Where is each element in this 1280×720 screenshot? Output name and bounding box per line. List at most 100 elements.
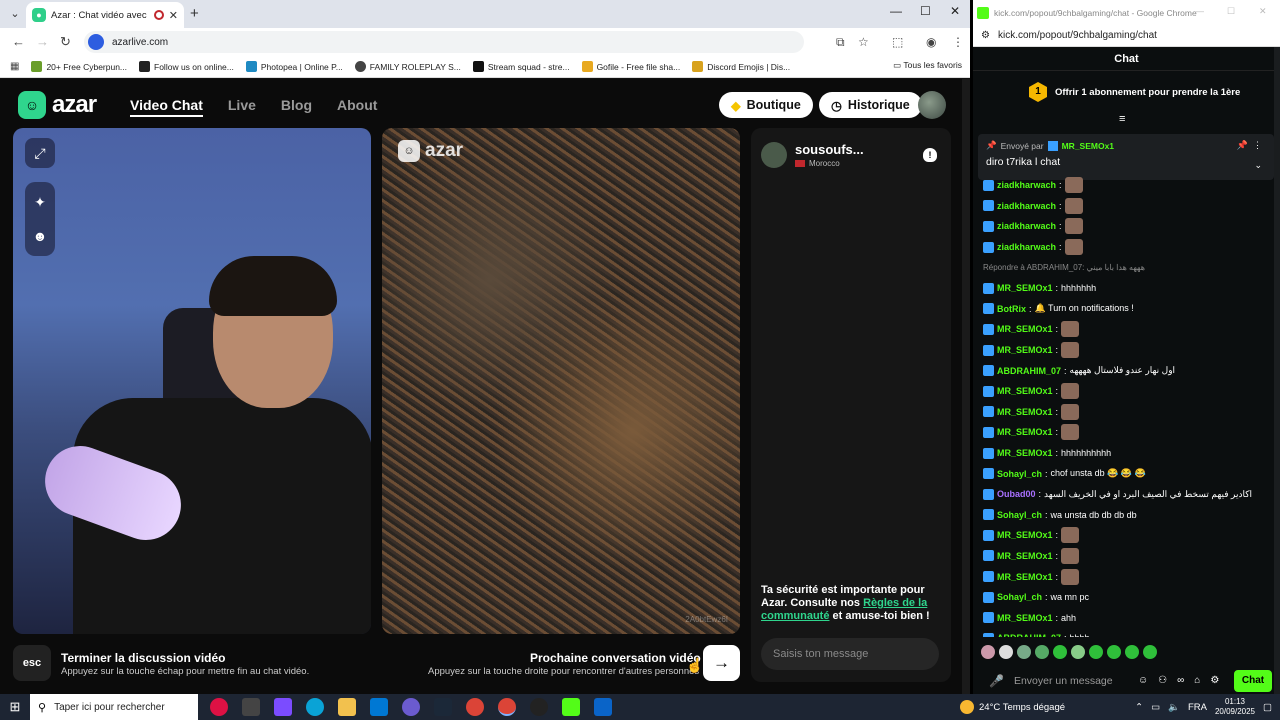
- kick-url-bar[interactable]: ⚙ kick.com/popout/9chbalgaming/chat: [973, 25, 1280, 47]
- emote-icon[interactable]: [1071, 645, 1085, 659]
- store-icon[interactable]: ⌂: [1194, 675, 1200, 686]
- user-avatar[interactable]: [918, 91, 946, 119]
- chat-input[interactable]: Envoyer un message: [1014, 675, 1128, 687]
- steam-icon[interactable]: [434, 698, 452, 716]
- kick-app-icon[interactable]: [562, 698, 580, 716]
- chat-username[interactable]: ziadkharwach: [997, 221, 1056, 231]
- profile-icon[interactable]: ◉: [926, 35, 936, 49]
- store-app-icon[interactable]: [370, 698, 388, 716]
- send-chat-button[interactable]: Chat: [1234, 670, 1272, 692]
- chat-username[interactable]: ziadkharwach: [997, 201, 1056, 211]
- chat-username[interactable]: ziadkharwach: [997, 180, 1056, 190]
- chat-username[interactable]: BotRix: [997, 304, 1026, 314]
- chat-username[interactable]: MR_SEMOx1: [997, 613, 1053, 623]
- peer-profile[interactable]: sousoufs... Morocco: [761, 142, 864, 168]
- kick-minimize-icon[interactable]: —: [1195, 6, 1204, 16]
- all-bookmarks[interactable]: ▭ Tous les favoris: [893, 60, 962, 71]
- mic-icon[interactable]: 🎤: [989, 674, 1004, 688]
- nav-blog[interactable]: Blog: [281, 97, 312, 117]
- minimize-icon[interactable]: —: [890, 4, 902, 18]
- chat-username[interactable]: ziadkharwach: [997, 242, 1056, 252]
- azar-logo[interactable]: ☺ azar: [18, 91, 97, 119]
- windows-start-icon[interactable]: ⊞: [0, 699, 30, 715]
- bookmark-star-icon[interactable]: ☆: [858, 35, 869, 49]
- bookmark-item[interactable]: Photopea | Online P...: [245, 61, 343, 72]
- chat-username[interactable]: MR_SEMOx1: [997, 427, 1053, 437]
- bookmark-item[interactable]: Discord Emojis | Dis...: [692, 61, 790, 72]
- chat-username[interactable]: Sohayl_ch: [997, 592, 1042, 602]
- historique-button[interactable]: ◷ Historique: [819, 92, 922, 118]
- collapse-icon[interactable]: ≡: [1119, 113, 1125, 125]
- esc-key-button[interactable]: esc: [13, 645, 51, 681]
- face-mask-icon[interactable]: ☻: [33, 222, 48, 250]
- chat-username[interactable]: Sohayl_ch: [997, 469, 1042, 479]
- chat-username[interactable]: MR_SEMOx1: [997, 386, 1053, 396]
- network-icon[interactable]: ▭: [1151, 702, 1160, 713]
- emote-icon[interactable]: [1035, 645, 1049, 659]
- emote-icon[interactable]: [1089, 645, 1103, 659]
- chat-username[interactable]: MR_SEMOx1: [997, 283, 1053, 293]
- forward-icon[interactable]: →: [36, 34, 49, 49]
- nav-about[interactable]: About: [337, 97, 377, 117]
- new-tab-icon[interactable]: +: [190, 5, 199, 22]
- emote-icon[interactable]: [1125, 645, 1139, 659]
- infinity-icon[interactable]: ∞: [1177, 675, 1184, 686]
- chat-scrollbar[interactable]: [1274, 47, 1280, 694]
- notifications-icon[interactable]: ▢: [1263, 702, 1272, 713]
- expand-icon[interactable]: ⤢: [25, 138, 55, 168]
- bookmark-item[interactable]: 20+ Free Cyberpun...: [31, 61, 127, 72]
- nav-live[interactable]: Live: [228, 97, 256, 117]
- taskbar-search[interactable]: ⚲ Taper ici pour rechercher: [30, 694, 198, 720]
- chrome-active-icon[interactable]: [498, 698, 516, 716]
- weather-widget[interactable]: 24°C Temps dégagé: [960, 694, 1065, 720]
- unpin-icon[interactable]: 📌: [1237, 140, 1248, 151]
- pinned-menu-icon[interactable]: ⋮: [1253, 140, 1262, 151]
- chat-username[interactable]: MR_SEMOx1: [997, 572, 1053, 582]
- users-icon[interactable]: ⚇: [1158, 675, 1167, 686]
- close-tab-icon[interactable]: ✕: [169, 9, 178, 22]
- report-shield-icon[interactable]: !: [923, 148, 937, 162]
- gift-sub-banner[interactable]: 1 Offrir 1 abonnement pour prendre la 1è…: [1029, 82, 1240, 102]
- chat-username[interactable]: ABDRAHIM_07: [997, 633, 1061, 637]
- pinned-expand-icon[interactable]: ⌄: [1254, 160, 1262, 171]
- bookmark-item[interactable]: FAMILY ROLEPLAY S...: [354, 61, 461, 72]
- apps-icon[interactable]: ▦: [10, 61, 19, 72]
- emote-icon[interactable]: [1107, 645, 1121, 659]
- copilot-icon[interactable]: [274, 698, 292, 716]
- site-info-icon[interactable]: [88, 34, 104, 50]
- bookmark-item[interactable]: Follow us on online...: [139, 61, 234, 72]
- language-indicator[interactable]: FRA: [1188, 702, 1207, 713]
- emoji-icon[interactable]: ☺: [1138, 675, 1148, 686]
- chat-username[interactable]: MR_SEMOx1: [997, 551, 1053, 561]
- volume-icon[interactable]: 🔈: [1168, 702, 1180, 713]
- message-input[interactable]: Saisis ton message: [761, 638, 939, 670]
- emote-icon[interactable]: [981, 645, 995, 659]
- reload-icon[interactable]: ↻: [60, 34, 71, 50]
- chat-username[interactable]: ABDRAHIM_07: [997, 366, 1061, 376]
- chat-username[interactable]: Oubad00: [997, 489, 1036, 499]
- outlook-icon[interactable]: [594, 698, 612, 716]
- pinned-user[interactable]: MR_SEMOx1: [1062, 141, 1114, 151]
- bookmark-item[interactable]: Stream squad - stre...: [472, 61, 570, 72]
- tray-chevron-icon[interactable]: ⌃: [1135, 702, 1143, 713]
- chat-username[interactable]: MR_SEMOx1: [997, 324, 1053, 334]
- tab-search-icon[interactable]: ⌄: [6, 5, 24, 23]
- cortana-icon[interactable]: [210, 698, 228, 716]
- chat-username[interactable]: MR_SEMOx1: [997, 448, 1053, 458]
- file-explorer-icon[interactable]: [338, 698, 356, 716]
- tune-icon[interactable]: ⚙: [981, 25, 990, 46]
- cast-icon[interactable]: ⧉: [836, 35, 845, 50]
- page-scrollbar[interactable]: [962, 79, 970, 694]
- chat-username[interactable]: MR_SEMOx1: [997, 530, 1053, 540]
- emote-icon[interactable]: [1017, 645, 1031, 659]
- nav-video-chat[interactable]: Video Chat: [130, 97, 203, 117]
- sparkle-effects-icon[interactable]: ✦: [34, 188, 46, 216]
- tab-azar[interactable]: ● Azar : Chat vidéo avec de n ✕: [26, 2, 184, 28]
- kick-maximize-icon[interactable]: ☐: [1227, 6, 1235, 17]
- maximize-icon[interactable]: ☐: [920, 4, 931, 18]
- close-window-icon[interactable]: ✕: [950, 4, 960, 18]
- next-chat-button[interactable]: →: [703, 645, 740, 681]
- extensions-icon[interactable]: ⬚: [892, 35, 903, 49]
- bookmark-item[interactable]: Gofile - Free file sha...: [581, 61, 680, 72]
- clock[interactable]: 01:13 20/09/2025: [1215, 697, 1255, 717]
